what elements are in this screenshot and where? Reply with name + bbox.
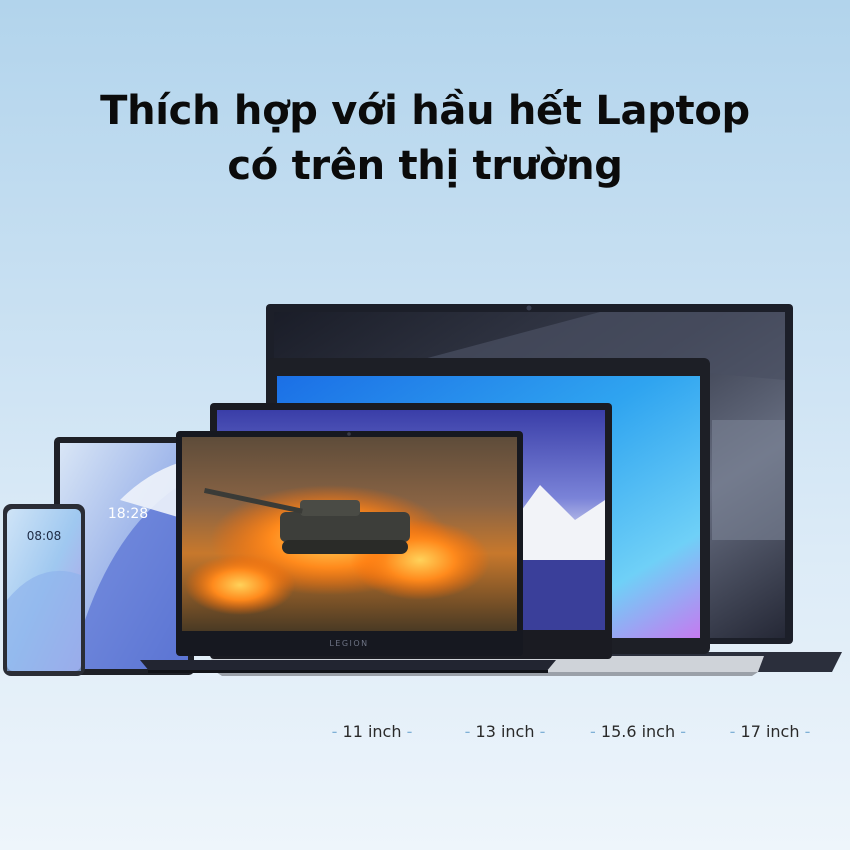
tablet-clock: 18:28 <box>108 506 148 522</box>
size-label-13: - 13 inch - <box>464 722 546 741</box>
legion-logo: LEGION <box>329 639 368 648</box>
size-labels: - 11 inch - - 13 inch - - 15.6 inch - - … <box>0 722 850 746</box>
size-label-17: - 17 inch - <box>729 722 811 741</box>
phone: 08:08 <box>3 504 85 676</box>
phone-clock: 08:08 <box>27 529 62 543</box>
laptop-11-inch-legion: LEGION <box>140 431 556 673</box>
size-label-15-6: - 15.6 inch - <box>590 722 686 741</box>
size-label-11: - 11 inch - <box>331 722 413 741</box>
